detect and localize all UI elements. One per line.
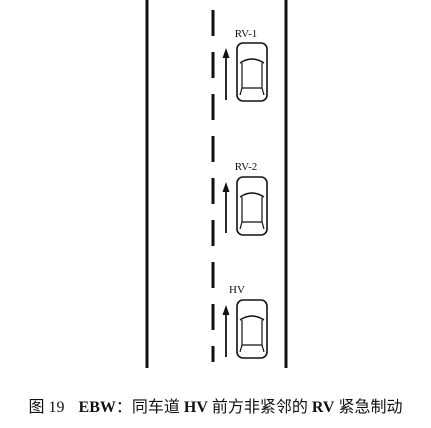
caption-part: 紧急制动	[334, 399, 403, 416]
vehicle-rv2: RV-2	[222, 161, 268, 236]
vehicle-label: HV	[229, 284, 245, 296]
figure-caption: 图 19 EBW：同车道 HV 前方非紧邻的 RV 紧急制动	[0, 397, 431, 419]
caption-part: ：同车道	[115, 399, 184, 416]
car-icon	[236, 176, 268, 236]
vehicle-rv1: RV-1	[222, 28, 268, 102]
caption-part: EBW	[78, 399, 116, 416]
vehicle-label: RV-1	[235, 28, 258, 40]
arrow-up-icon	[222, 305, 230, 357]
arrow-up-icon	[222, 182, 230, 233]
car-icon	[236, 299, 268, 359]
vehicle-hv: HV	[222, 284, 268, 359]
arrow-up-icon	[222, 48, 230, 100]
caption-part: HV	[183, 399, 208, 416]
figure-label: 图 19	[28, 399, 65, 416]
vehicle-label: RV-2	[235, 161, 258, 173]
caption-part: 前方非紧邻的	[207, 399, 312, 416]
road-diagram: RV-1 RV-2 HV	[145, 0, 288, 368]
caption-part: RV	[311, 399, 335, 416]
car-icon	[236, 42, 268, 102]
